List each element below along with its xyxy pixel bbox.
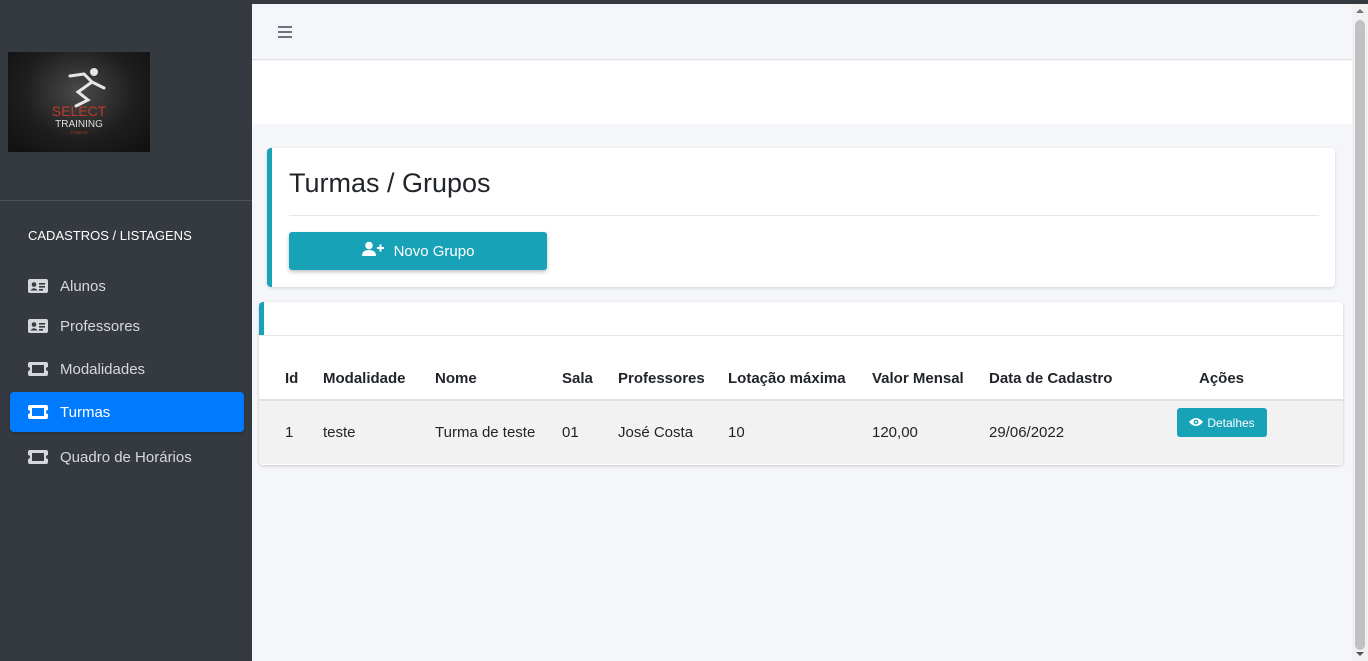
page-scrollbar[interactable] xyxy=(1352,4,1368,661)
eye-icon xyxy=(1189,416,1204,430)
scroll-down-icon[interactable] xyxy=(1356,652,1364,656)
top-navbar xyxy=(252,4,1352,60)
user-plus-icon xyxy=(361,241,384,261)
sidebar-item-label: Quadro de Horários xyxy=(60,448,192,466)
column-header-data[interactable]: Data de Cadastro xyxy=(989,358,1177,401)
groups-table: Id Modalidade Nome Sala Professores Lota… xyxy=(259,358,1343,464)
sidebar-item-turmas[interactable]: Turmas xyxy=(10,392,244,432)
sidebar-item-quadro-de-horarios[interactable]: Quadro de Horários xyxy=(10,437,244,477)
column-header-valor[interactable]: Valor Mensal xyxy=(872,358,989,401)
new-group-button-label: Novo Grupo xyxy=(393,242,475,260)
sidebar-item-label: Modalidades xyxy=(60,360,146,378)
card-header-divider xyxy=(259,335,1343,336)
sidebar-divider xyxy=(0,200,252,201)
id-card-icon xyxy=(28,279,48,293)
table-row: 1 teste Turma de teste 01 José Costa 10 … xyxy=(259,400,1343,464)
svg-text:TRAINING: TRAINING xyxy=(55,119,103,130)
scroll-up-icon[interactable] xyxy=(1356,9,1364,13)
ticket-icon xyxy=(28,450,48,464)
svg-text:FITNESS: FITNESS xyxy=(71,130,88,135)
brand-logo[interactable]: SELECT TRAINING FITNESS xyxy=(8,52,150,152)
sidebar-section-header: CADASTROS / LISTAGENS xyxy=(28,228,192,243)
page-title: Turmas / Grupos xyxy=(289,168,491,198)
scrollbar-thumb[interactable] xyxy=(1355,20,1365,650)
svg-text:SELECT: SELECT xyxy=(52,103,107,119)
cell-acoes: Detalhes xyxy=(1177,400,1343,464)
column-header-sala[interactable]: Sala xyxy=(562,358,618,401)
column-header-acoes: Ações xyxy=(1177,358,1343,401)
table-card: Id Modalidade Nome Sala Professores Lota… xyxy=(259,302,1343,465)
cell-data: 29/06/2022 xyxy=(989,400,1177,464)
title-card: Turmas / Grupos Novo Grupo xyxy=(267,148,1335,287)
title-divider xyxy=(289,215,1319,216)
card-accent xyxy=(259,302,264,335)
cell-sala: 01 xyxy=(562,400,618,464)
column-header-lotacao[interactable]: Lotação máxima xyxy=(728,358,872,401)
content-header xyxy=(252,61,1352,124)
details-button-label: Detalhes xyxy=(1207,415,1255,430)
cell-modalidade: teste xyxy=(323,400,435,464)
column-header-modalidade[interactable]: Modalidade xyxy=(323,358,435,401)
new-group-button[interactable]: Novo Grupo xyxy=(289,232,547,270)
column-header-id[interactable]: Id xyxy=(259,358,323,401)
menu-toggle-icon[interactable] xyxy=(278,26,292,38)
ticket-icon xyxy=(28,405,48,419)
runner-logo-icon: SELECT TRAINING FITNESS xyxy=(52,68,107,135)
cell-valor: 120,00 xyxy=(872,400,989,464)
column-header-nome[interactable]: Nome xyxy=(435,358,562,401)
cell-id: 1 xyxy=(259,400,323,464)
details-button[interactable]: Detalhes xyxy=(1177,408,1267,437)
sidebar-item-professores[interactable]: Professores xyxy=(10,306,244,346)
cell-professores: José Costa xyxy=(618,400,728,464)
sidebar-item-label: Alunos xyxy=(60,277,106,295)
column-header-professores[interactable]: Professores xyxy=(618,358,728,401)
cell-lotacao: 10 xyxy=(728,400,872,464)
ticket-icon xyxy=(28,362,48,376)
cell-nome: Turma de teste xyxy=(435,400,562,464)
sidebar-item-label: Turmas xyxy=(60,403,111,421)
sidebar: SELECT TRAINING FITNESS CADASTROS / LIST… xyxy=(0,4,252,661)
id-card-icon xyxy=(28,319,48,333)
sidebar-item-alunos[interactable]: Alunos xyxy=(10,266,244,306)
table-header-row: Id Modalidade Nome Sala Professores Lota… xyxy=(259,358,1343,401)
sidebar-item-label: Professores xyxy=(60,317,141,335)
sidebar-item-modalidades[interactable]: Modalidades xyxy=(10,349,244,389)
